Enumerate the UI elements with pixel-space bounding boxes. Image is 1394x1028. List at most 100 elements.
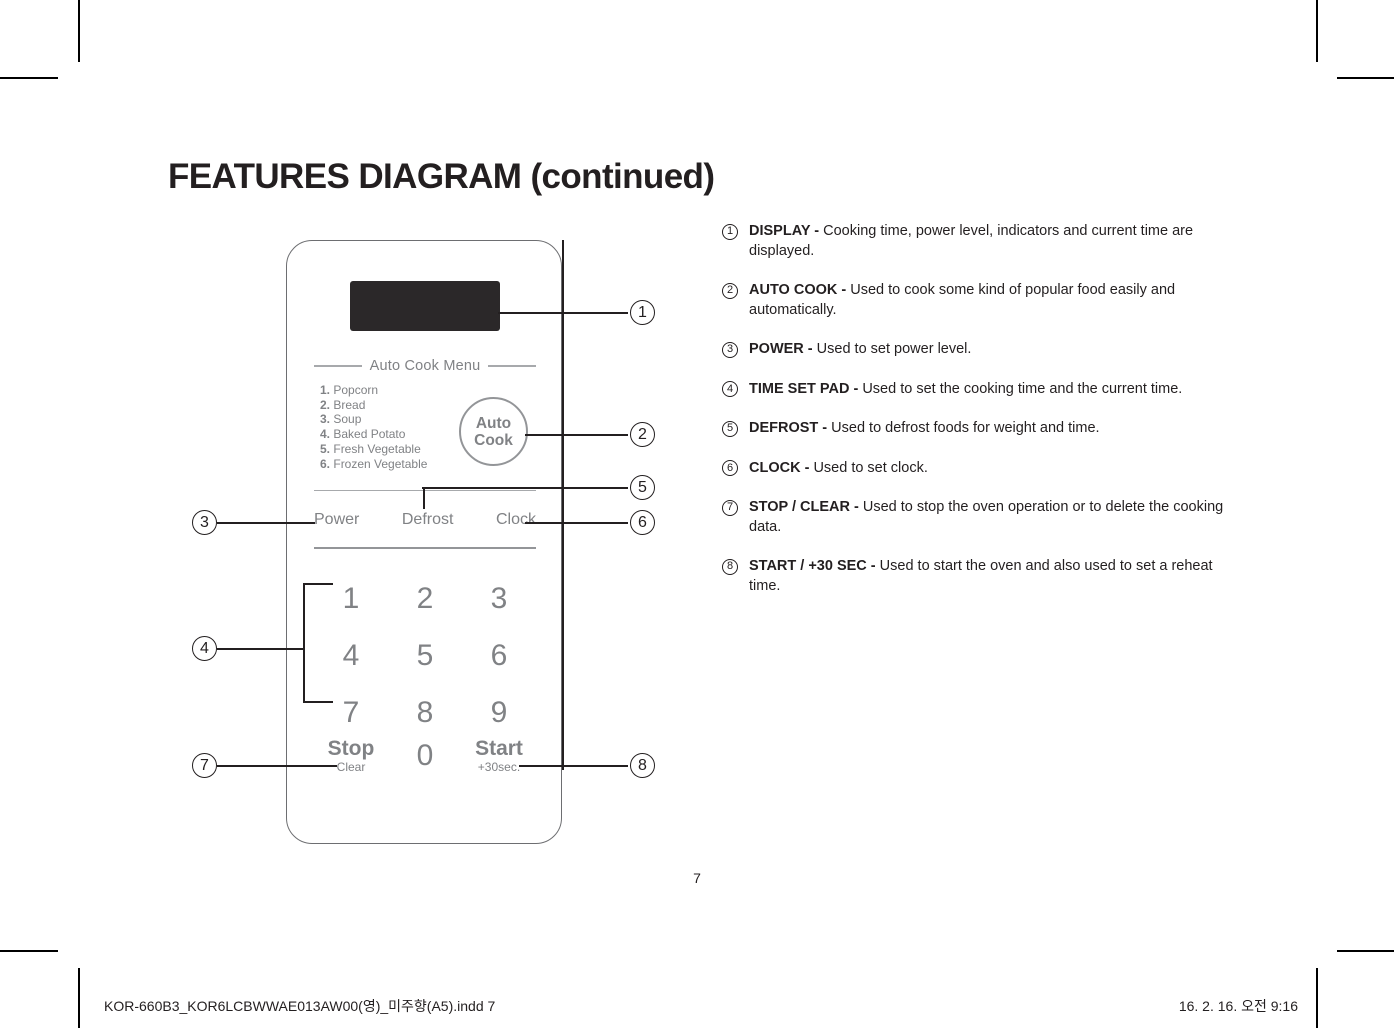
auto-cook-button-line2: Cook (474, 431, 513, 449)
display-screen (350, 281, 500, 331)
feature-term-5: DEFROST - (749, 420, 832, 436)
crop-mark-bottom-left-horizontal (0, 950, 58, 952)
plus30sec-label: +30sec. (477, 760, 521, 774)
page-title: FEATURES DIAGRAM (continued) (168, 157, 715, 196)
feature-item-1: 1 DISPLAY - Cooking time, power level, i… (722, 222, 1242, 261)
list-item: 6. Frozen Vegetable (320, 457, 427, 472)
item-label: Soup (333, 412, 362, 427)
leader-line-4-top (303, 583, 333, 585)
callout-8: 8 (630, 753, 655, 778)
feature-item-5: 5 DEFROST - Used to defrost foods for we… (722, 419, 1242, 439)
item-label: Baked Potato (333, 427, 406, 442)
leader-line-3 (217, 522, 315, 524)
feature-term-3: POWER - (749, 341, 817, 357)
keypad-key-7[interactable]: 7 (343, 696, 360, 730)
clock-button[interactable]: Clock (496, 511, 536, 529)
feature-term-4: TIME SET PAD - (749, 380, 863, 397)
keypad-key-6[interactable]: 6 (491, 639, 508, 673)
keypad-key-0[interactable]: 0 (417, 738, 434, 774)
feature-desc-6: Used to set clock. (813, 459, 928, 476)
stop-clear-button[interactable]: Stop Clear (327, 737, 375, 775)
crop-mark-top-right-horizontal (1337, 77, 1394, 79)
keypad-key-9[interactable]: 9 (491, 696, 508, 730)
list-item: 3. Soup (320, 412, 427, 427)
crop-mark-top-left-horizontal (0, 77, 58, 79)
function-button-row: Power Defrost Clock (314, 511, 536, 529)
keypad-key-3[interactable]: 3 (491, 582, 508, 616)
power-button[interactable]: Power (314, 511, 359, 529)
auto-cook-button[interactable]: Auto Cook (459, 397, 528, 466)
auto-cook-button-line1: Auto (475, 414, 512, 432)
stop-label: Stop (327, 737, 375, 760)
keypad-key-1[interactable]: 1 (343, 582, 360, 616)
keypad-key-4[interactable]: 4 (343, 639, 360, 673)
leader-line-7 (217, 765, 337, 767)
feature-term-2: AUTO COOK - (749, 282, 851, 298)
auto-cook-menu-list: 1. Popcorn 2. Bread 3. Soup 4. Baked Pot… (320, 383, 427, 471)
zero-label: 0 (416, 739, 434, 772)
leader-trunk-left (303, 583, 305, 703)
auto-cook-menu-heading: Auto Cook Menu (314, 358, 536, 374)
leader-line-5-stem (423, 487, 425, 509)
feature-item-6: 6 CLOCK - Used to set clock. (722, 459, 1242, 479)
callout-1: 1 (630, 300, 655, 325)
list-item: 4. Baked Potato (320, 427, 427, 442)
defrost-button[interactable]: Defrost (402, 511, 454, 529)
item-label: Frozen Vegetable (333, 456, 428, 471)
leader-line-6 (525, 522, 628, 524)
item-label: Fresh Vegetable (333, 441, 421, 456)
item-label: Popcorn (333, 383, 379, 397)
numeric-keypad: 1 2 3 4 5 6 7 8 9 (314, 570, 536, 741)
feature-term-8: START / +30 SEC - (749, 558, 880, 574)
item-number: 1. (320, 383, 331, 397)
crop-mark-bottom-left-vertical (78, 968, 80, 1028)
divider-right (488, 365, 536, 367)
feature-item-8: 8 START / +30 SEC - Used to start the ov… (722, 557, 1242, 596)
feature-description-list: 1 DISPLAY - Cooking time, power level, i… (722, 222, 1242, 616)
callout-3: 3 (192, 510, 217, 535)
feature-term-1: DISPLAY - (749, 223, 824, 239)
callout-2: 2 (630, 422, 655, 447)
item-number: 6. (320, 456, 331, 471)
footer-timestamp: 16. 2. 16. 오전 9:16 (1178, 998, 1298, 1014)
feature-item-2: 2 AUTO COOK - Used to cook some kind of … (722, 281, 1242, 320)
callout-5: 5 (630, 475, 655, 500)
leader-trunk-right (562, 240, 564, 770)
keypad-key-5[interactable]: 5 (417, 639, 434, 673)
feature-number-1: 1 (722, 223, 738, 240)
auto-cook-menu-title: Auto Cook Menu (369, 358, 481, 374)
list-item: 1. Popcorn (320, 383, 427, 398)
panel-divider-lower (314, 547, 536, 550)
keypad-key-2[interactable]: 2 (417, 582, 434, 616)
feature-desc-4: Used to set the cooking time and the cur… (862, 380, 1183, 397)
item-number: 5. (320, 441, 331, 456)
feature-number-7: 7 (722, 499, 738, 516)
item-number: 3. (320, 412, 331, 427)
panel-bottom-row: Stop Clear 0 Start +30sec. (314, 737, 536, 775)
leader-line-5 (422, 487, 628, 489)
panel-divider-upper (314, 490, 536, 492)
crop-mark-bottom-right-vertical (1316, 968, 1318, 1028)
divider-left (314, 365, 362, 367)
feature-item-7: 7 STOP / CLEAR - Used to stop the oven o… (722, 498, 1242, 537)
callout-4: 4 (192, 636, 217, 661)
list-item: 2. Bread (320, 398, 427, 413)
feature-desc-5: Used to defrost foods for weight and tim… (831, 420, 1100, 436)
callout-6: 6 (630, 510, 655, 535)
item-label: Bread (333, 397, 366, 412)
leader-line-8 (519, 765, 628, 767)
leader-line-4-bottom (303, 701, 333, 703)
feature-term-7: STOP / CLEAR - (749, 499, 863, 515)
feature-desc-3: Used to set power level. (816, 341, 972, 357)
feature-item-3: 3 POWER - Used to set power level. (722, 340, 1242, 360)
item-number: 4. (320, 427, 331, 442)
feature-number-2: 2 (722, 282, 738, 299)
feature-term-6: CLOCK - (749, 459, 814, 476)
callout-7: 7 (192, 753, 217, 778)
leader-line-2 (525, 434, 628, 436)
page-number: 7 (693, 870, 701, 886)
start-30sec-button[interactable]: Start +30sec. (475, 738, 523, 775)
feature-number-4: 4 (722, 381, 738, 397)
keypad-key-8[interactable]: 8 (417, 696, 434, 730)
crop-mark-top-right-vertical (1316, 0, 1318, 62)
